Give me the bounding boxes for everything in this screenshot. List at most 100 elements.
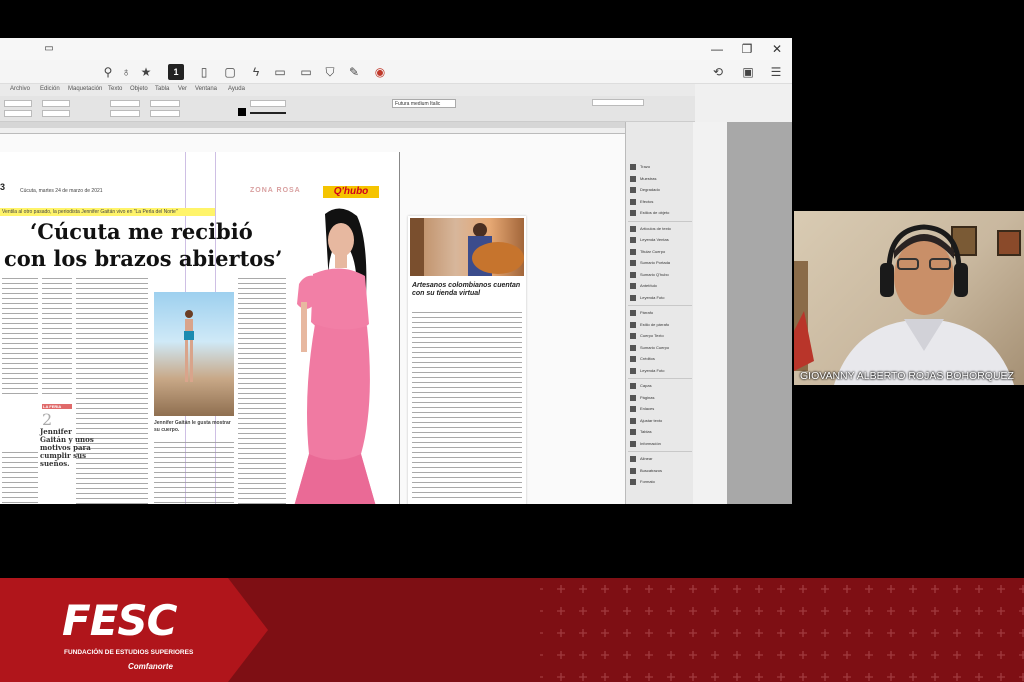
panel-item[interactable]: Estilo de párrafo [628, 320, 692, 330]
panel-item[interactable]: Créditos [628, 354, 692, 364]
panel-item[interactable]: Sumario Q'hubo [628, 270, 692, 280]
panel-item[interactable]: Estilos de objeto [628, 208, 692, 218]
object-styles-icon [630, 210, 636, 216]
panel-item[interactable]: Muestras [628, 174, 692, 184]
panel-item[interactable]: Efectos [628, 197, 692, 207]
close-button[interactable]: ✕ [768, 41, 786, 57]
pasteboard-area [727, 122, 792, 504]
keyboard-icon[interactable]: ▭ [272, 64, 288, 80]
cover-model-illustration[interactable] [285, 204, 390, 504]
panel-item[interactable]: Leyenda Foto [628, 366, 692, 376]
lightning-icon[interactable]: ϟ [248, 64, 264, 80]
stroke-weight-field[interactable] [250, 100, 286, 107]
menu-item[interactable]: Ayuda [228, 86, 245, 92]
panel-item[interactable]: Párrafo [628, 308, 692, 318]
kicker: Ventila al otro pasado, la periodista Je… [0, 208, 215, 216]
panel-item[interactable]: Degradado [628, 185, 692, 195]
panel-item[interactable]: Información [628, 439, 692, 449]
y-field[interactable] [4, 110, 32, 117]
restore-button[interactable]: ❐ [738, 41, 756, 57]
panel-item[interactable]: Tablas [628, 427, 692, 437]
menu-item[interactable]: Edición [40, 86, 60, 92]
text-icon [630, 283, 636, 289]
file-icon[interactable]: ▯ [196, 64, 212, 80]
panel-item-label: Titular Cuerpo [640, 248, 666, 254]
lightbulb-icon[interactable]: ⚲ [100, 64, 116, 80]
panel-item[interactable]: Alinear [628, 454, 692, 464]
headline[interactable]: ‘Cúcuta me recibió con los brazos abiert… [4, 218, 324, 272]
menu-icon[interactable]: ☰ [768, 64, 784, 80]
stroke-icon [630, 164, 636, 170]
scale-y-field[interactable] [110, 110, 140, 117]
panel-item-label: Estilos de objeto [640, 210, 670, 215]
panel-item[interactable]: Leyenda Ventas [628, 235, 692, 245]
menu-item[interactable]: Objeto [130, 86, 148, 92]
panel-item-label: Antetítulo [640, 283, 657, 288]
panel-item-label: Ajustar texto [640, 417, 663, 423]
secondary-page[interactable]: Artesanos colombianos cuentan con su tie… [408, 216, 526, 504]
record-icon[interactable]: ◉ [372, 64, 388, 80]
align-icon [630, 456, 636, 462]
history-icon[interactable]: ⟲ [710, 64, 726, 80]
panel-item[interactable]: Trazo [628, 162, 692, 172]
text-icon [630, 237, 636, 243]
panel-item[interactable]: Enlaces [628, 404, 692, 414]
panel-item[interactable]: Sumario Portada [628, 258, 692, 268]
panel-item[interactable]: Artículos de texto [628, 224, 692, 234]
panel-item-label: Tablas [640, 429, 652, 434]
pen-icon[interactable]: ✎ [346, 64, 362, 80]
chat-icon[interactable]: ▢ [222, 64, 238, 80]
artisan-photo[interactable] [410, 218, 524, 276]
panel-item[interactable]: Antetítulo [628, 281, 692, 291]
remote-control-toolbar: ⚲ ♁ ★ 1 ▯ ▢ ϟ ▭ ▭ ⛉ ✎ ◉ ⟲ ▣ ☰ [0, 60, 792, 84]
pin-icon[interactable]: ♁ [118, 64, 134, 80]
menu-item[interactable]: Ver [178, 86, 187, 92]
panel-item[interactable]: Buscatrazos [628, 466, 692, 476]
panel-item-label: Enlaces [640, 406, 655, 411]
menu-item[interactable]: Archivo [10, 86, 30, 92]
panel-item-label: Leyenda Foto [640, 367, 665, 373]
panel-item-label: Párrafo [640, 310, 654, 315]
session-icon[interactable]: ▣ [740, 64, 756, 80]
panel-item[interactable]: Leyenda Foto [628, 293, 692, 303]
panel-item[interactable]: Capas [628, 381, 692, 391]
rotate-field[interactable] [150, 100, 180, 107]
indesign-menu-bar: Archivo Edición Maquetación Texto Objeto… [0, 84, 695, 96]
title-bar: ▭ — ❐ ✕ [0, 38, 792, 60]
minimize-button[interactable]: — [708, 41, 726, 57]
star-icon[interactable]: ★ [138, 64, 154, 80]
screen-number-icon[interactable]: 1 [168, 64, 184, 80]
fill-swatch[interactable] [238, 108, 246, 116]
panel-item[interactable]: Páginas [628, 393, 692, 403]
height-field[interactable] [42, 110, 70, 117]
zoom-field[interactable] [592, 99, 644, 106]
panel-item[interactable]: Ajustar texto [628, 416, 692, 426]
panel-item[interactable]: Sumario Cuerpo [628, 343, 692, 353]
menu-item[interactable]: Maquetación [68, 86, 102, 92]
shear-field[interactable] [150, 110, 180, 117]
document-canvas[interactable]: 3 Cúcuta, martes 24 de marzo de 2021 ZON… [0, 134, 625, 504]
menu-item[interactable]: Texto [108, 86, 122, 92]
shield-icon[interactable]: ⛉ [322, 64, 338, 80]
panel-item[interactable]: Formato [628, 477, 692, 487]
stroke-type-preview[interactable] [250, 112, 286, 114]
pull-quote: Jennifer Gaitán y unos motivos para cump… [40, 427, 94, 468]
x-field[interactable] [4, 100, 32, 107]
screen: ▭ — ❐ ✕ ⚲ ♁ ★ 1 ▯ ▢ ϟ ▭ ▭ ⛉ ✎ ◉ ⟲ ▣ ☰ Ar… [0, 0, 1024, 682]
remote-window-icon[interactable]: ▭ [40, 41, 58, 57]
format-icon [630, 479, 636, 485]
effects-icon [630, 198, 636, 205]
scale-x-field[interactable] [110, 100, 140, 107]
panel-item[interactable]: Titular Cuerpo [628, 247, 692, 257]
inset-figure-illustration [184, 310, 194, 382]
monitor-icon[interactable]: ▭ [298, 64, 314, 80]
menu-item[interactable]: Tabla [155, 86, 169, 92]
width-field[interactable] [42, 100, 70, 107]
panel-item-label: Buscatrazos [640, 467, 663, 473]
font-select[interactable]: Futura medium Italic [392, 99, 456, 108]
panel-item-label: Estilo de párrafo [640, 321, 670, 327]
artisan-illustration [410, 218, 524, 276]
panel-item[interactable]: Cuerpo Texto [628, 331, 692, 341]
menu-item[interactable]: Ventana [195, 86, 217, 92]
newspaper-page[interactable]: 3 Cúcuta, martes 24 de marzo de 2021 ZON… [0, 152, 400, 504]
